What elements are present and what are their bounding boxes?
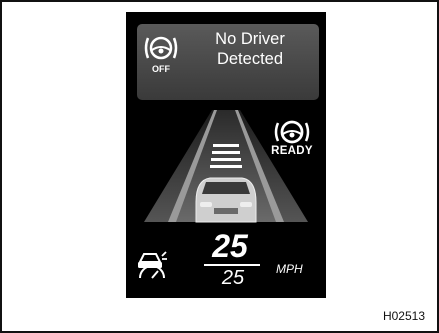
speed-divider: [204, 264, 260, 266]
speed-unit: MPH: [276, 262, 303, 276]
set-speed: 25: [221, 267, 245, 289]
adaptive-cruise-icon: [138, 251, 167, 279]
distance-bar: [212, 151, 240, 154]
current-speed: 25: [212, 228, 248, 264]
instrument-display: OFF No Driver Detected READY 25 25 MPH: [126, 12, 326, 298]
distance-bar: [211, 158, 241, 161]
ready-label: READY: [271, 145, 313, 157]
figure-code: H02513: [382, 309, 425, 323]
figure-frame: OFF No Driver Detected READY 25 25 MPH H…: [0, 0, 439, 333]
distance-bar: [213, 144, 239, 147]
distance-bar: [210, 165, 242, 168]
ego-car: [195, 177, 257, 223]
steering-wheel-ready-icon: [274, 120, 310, 144]
